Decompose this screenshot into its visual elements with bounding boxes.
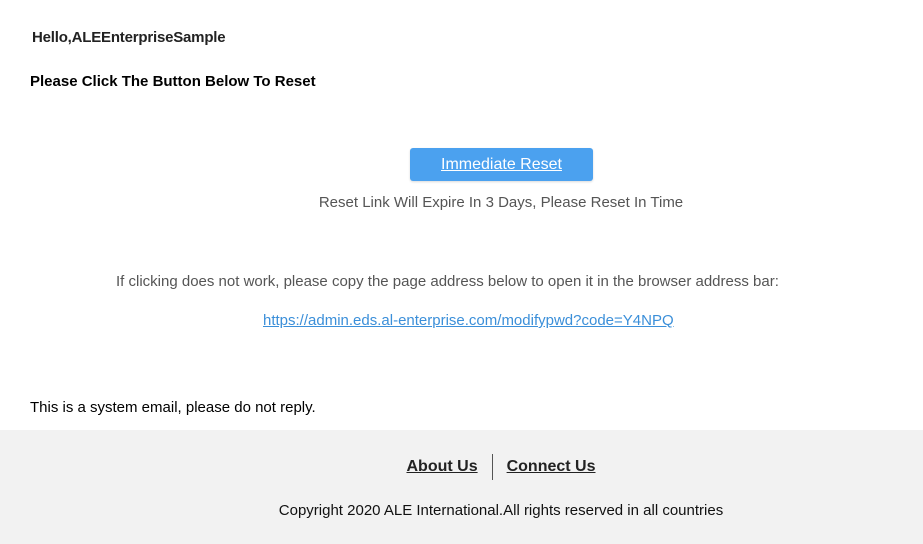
system-email-note: This is a system email, please do not re… (30, 399, 316, 416)
about-us-link[interactable]: About Us (392, 458, 491, 476)
copyright-text: Copyright 2020 ALE International.All rig… (278, 502, 724, 519)
greeting-text: Hello,ALEEnterpriseSample (32, 29, 226, 46)
reset-url-link[interactable]: https://admin.eds.al-enterprise.com/modi… (263, 312, 674, 329)
connect-us-link[interactable]: Connect Us (493, 458, 610, 476)
footer-links: About Us Connect Us (0, 454, 923, 480)
copy-hint-text: If clicking does not work, please copy t… (116, 273, 779, 290)
instruction-heading: Please Click The Button Below To Reset (30, 73, 316, 90)
email-page: Hello,ALEEnterpriseSample Please Click T… (0, 0, 923, 544)
email-footer: About Us Connect Us Copyright 2020 ALE I… (0, 430, 923, 544)
immediate-reset-button[interactable]: Immediate Reset (410, 148, 593, 181)
expire-note: Reset Link Will Expire In 3 Days, Please… (318, 194, 684, 211)
email-body: Hello,ALEEnterpriseSample Please Click T… (0, 0, 923, 430)
